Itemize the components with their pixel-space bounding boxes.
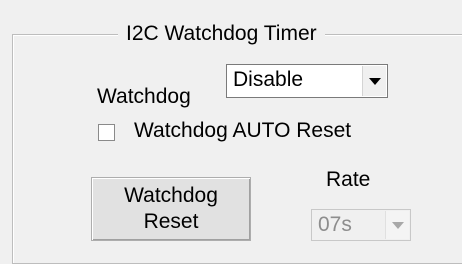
watchdog-select-dropdown-button[interactable] [362,66,386,96]
watchdog-auto-reset-checkbox[interactable] [98,124,115,141]
watchdog-select-value: Disable [233,68,304,91]
watchdog-label: Watchdog [97,85,191,108]
rate-select-value: 07s [318,213,352,236]
watchdog-reset-button[interactable]: Watchdog Reset [91,177,251,241]
group-title: I2C Watchdog Timer [118,21,325,47]
watchdog-reset-button-line2: Reset [143,210,199,233]
rate-label: Rate [326,168,371,191]
watchdog-select[interactable]: Disable [226,64,388,98]
watchdog-reset-button-line1: Watchdog [124,184,218,207]
rate-select[interactable]: 07s [311,209,411,241]
chevron-down-icon [392,222,404,229]
watchdog-auto-reset-label[interactable]: Watchdog AUTO Reset [134,118,351,144]
rate-select-dropdown-button[interactable] [385,211,409,239]
chevron-down-icon [369,78,381,85]
